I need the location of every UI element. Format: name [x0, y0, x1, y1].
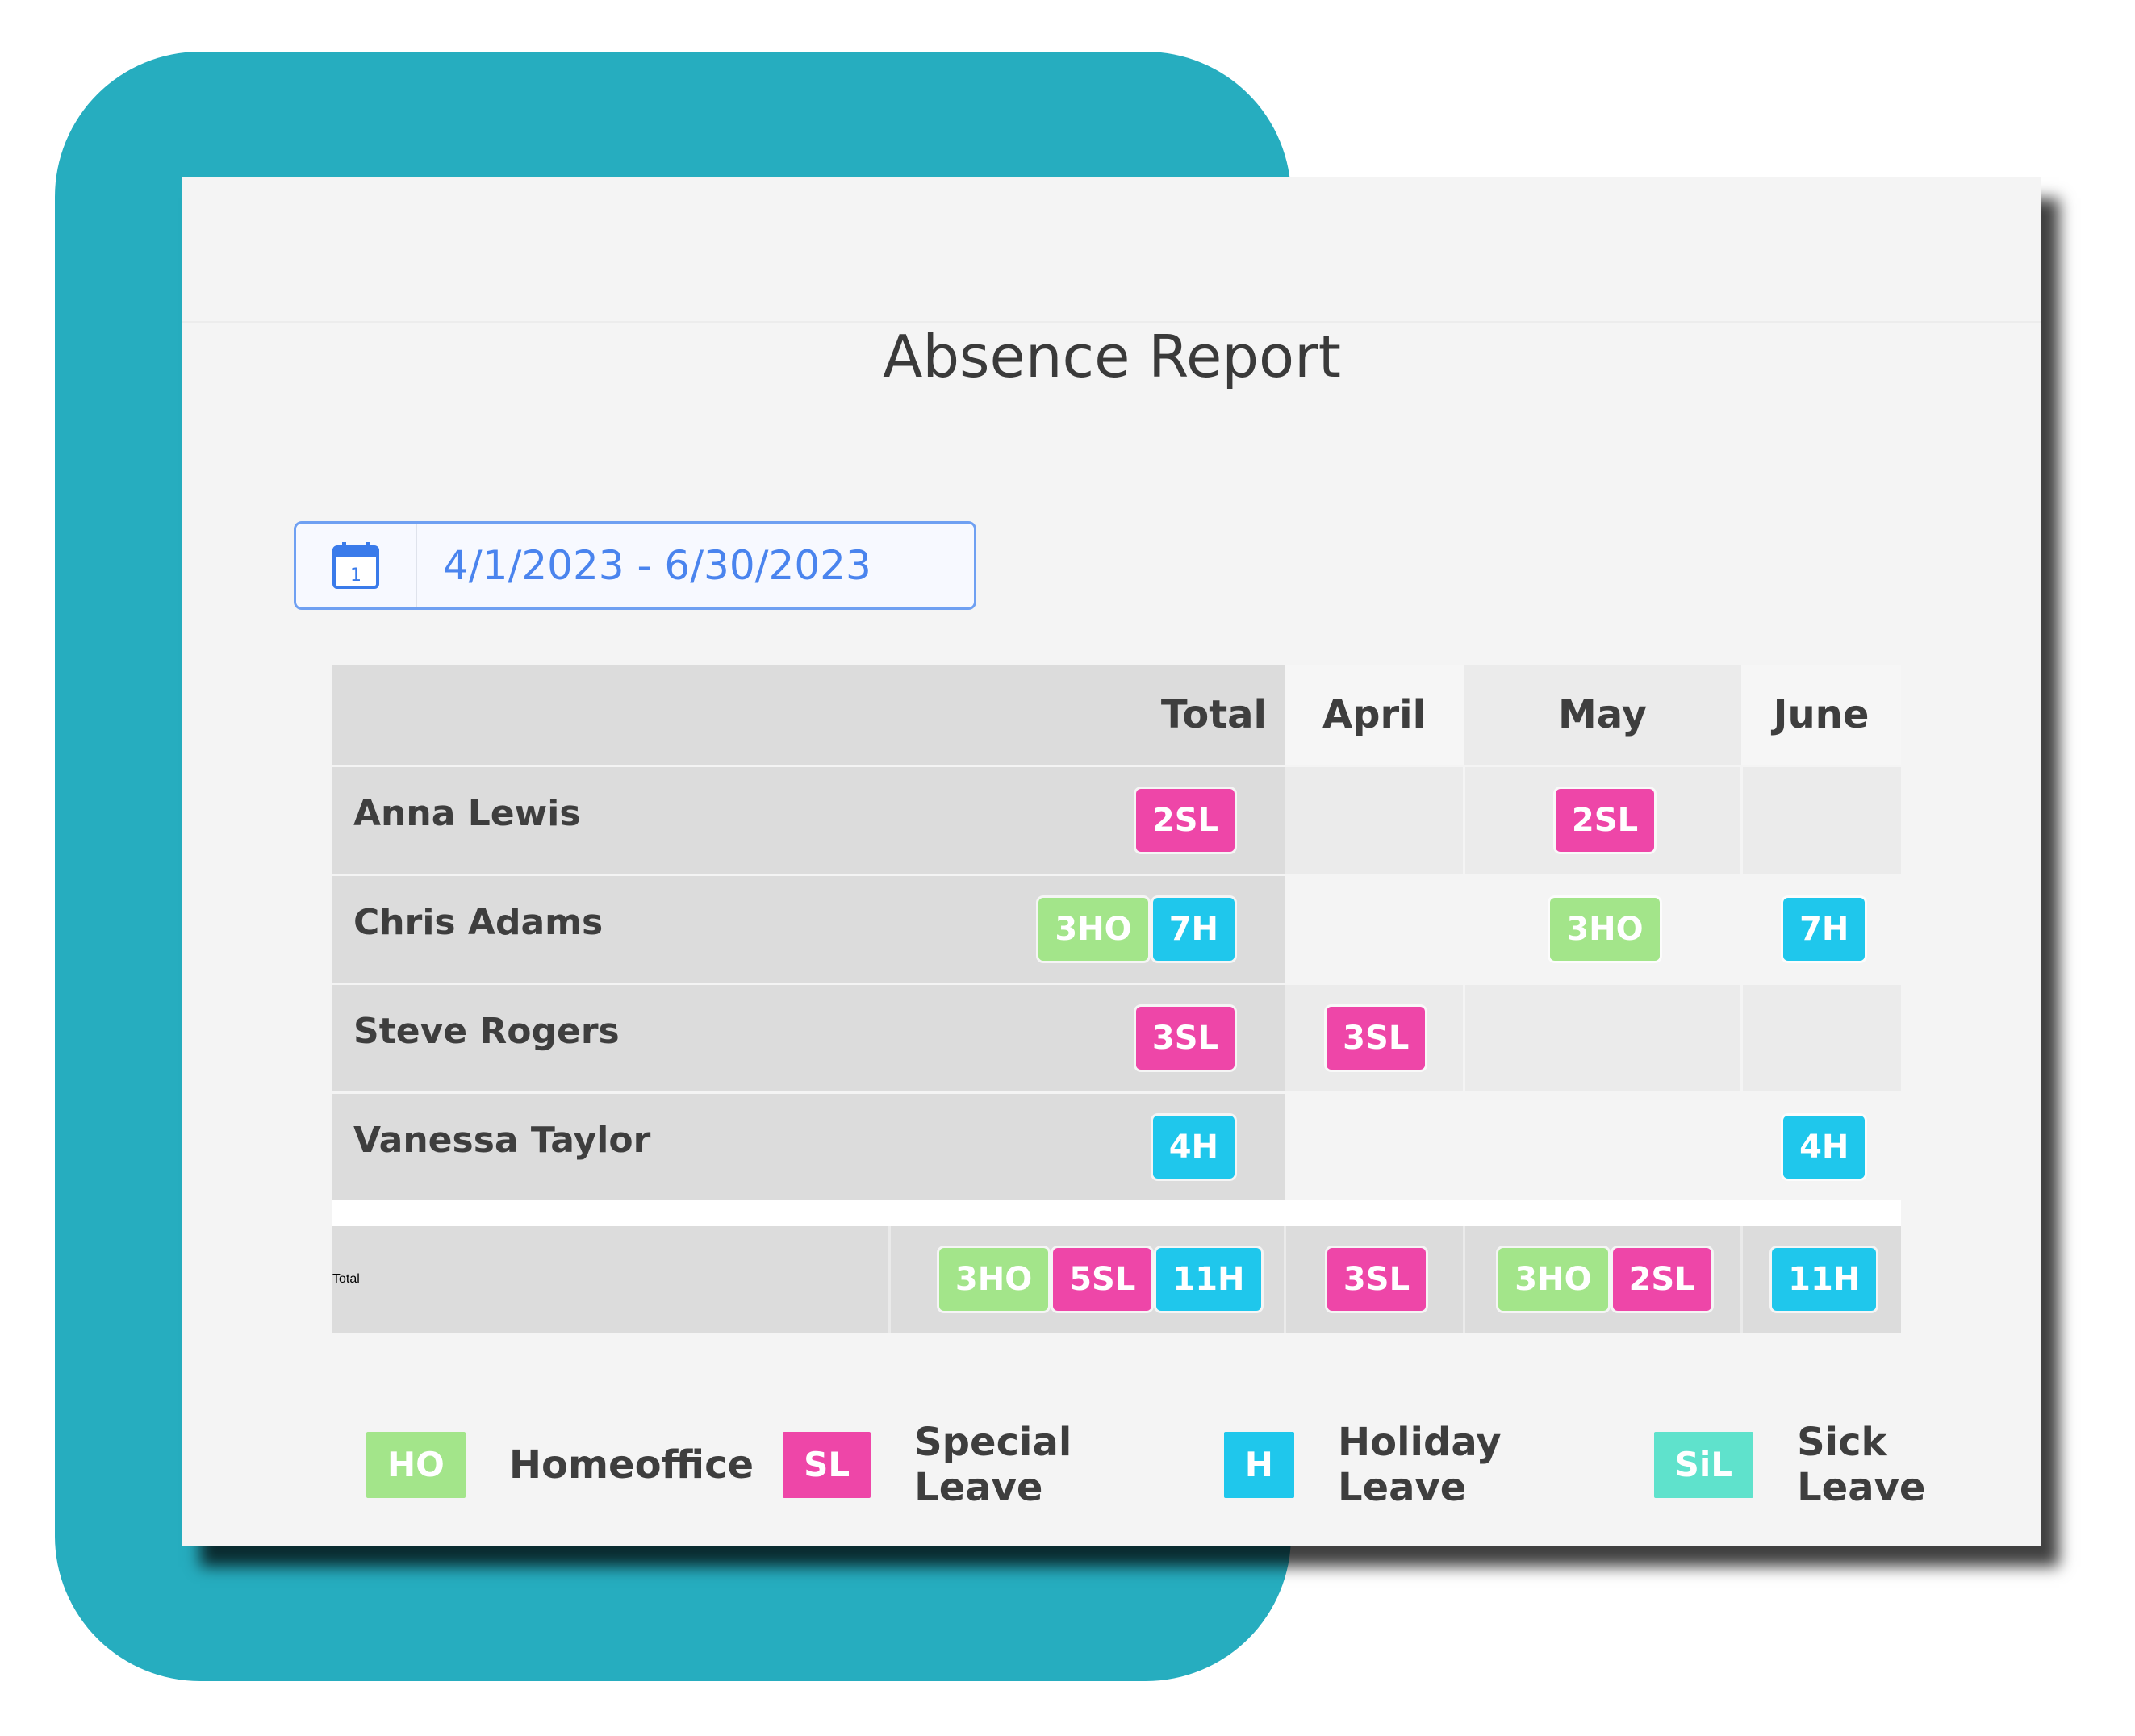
- legend-badge: H: [1223, 1432, 1294, 1498]
- legend-item-holiday-leave: H Holiday Leave: [1223, 1420, 1625, 1510]
- absence-badge-h: 7H: [1783, 898, 1866, 961]
- absence-badge-sl: 2SL: [1135, 789, 1235, 852]
- calendar-icon[interactable]: 1: [296, 524, 417, 607]
- april-cell: [1285, 1091, 1464, 1200]
- header-april: April: [1285, 665, 1464, 766]
- june-cell: [1740, 765, 1901, 875]
- absence-badge-h: 4H: [1783, 1116, 1866, 1179]
- may-total-cell: 3HO 2SL: [1462, 1226, 1741, 1333]
- date-range-picker[interactable]: 1 4/1/2023 - 6/30/2023: [294, 521, 976, 610]
- header-name: [332, 665, 889, 766]
- table-row: Steve Rogers 3SL 3SL: [332, 983, 1901, 1093]
- page-title: Absence Report: [883, 323, 1341, 390]
- june-cell: [1740, 983, 1901, 1093]
- table-row: Anna Lewis 2SL 2SL: [332, 765, 1901, 875]
- april-cell: 3SL: [1285, 983, 1464, 1093]
- april-cell: [1285, 874, 1464, 984]
- employee-name: Anna Lewis: [332, 765, 889, 875]
- absence-badge-ho: 3HO: [1498, 1248, 1608, 1311]
- legend-label: Special Leave: [914, 1420, 1072, 1510]
- absence-badge-ho: 3HO: [938, 1248, 1049, 1311]
- row-total-cell: 2SL: [889, 765, 1285, 875]
- grand-total-cell: 3HO 5SL 11H: [888, 1226, 1285, 1333]
- table-row: Chris Adams 3HO 7H 3HO 7H: [332, 874, 1901, 984]
- legend-badge: SL: [783, 1432, 871, 1498]
- table-spacer: [332, 1200, 1901, 1226]
- calendar-day-number: 1: [350, 565, 361, 586]
- totals-row: Total 3HO 5SL 11H 3SL 3HO 2SL 11H: [332, 1226, 1901, 1333]
- legend-item-special-leave: SL Special Leave: [783, 1420, 1195, 1510]
- absence-badge-sl: 5SL: [1053, 1248, 1152, 1311]
- legend-badge: SiL: [1653, 1432, 1754, 1498]
- absence-badge-sl: 2SL: [1612, 1248, 1711, 1311]
- april-total-cell: 3SL: [1283, 1226, 1464, 1333]
- report-panel: Absence Report 1 4/1/2023 - 6/30/2023 To…: [182, 177, 2041, 1546]
- employee-name: Steve Rogers: [332, 983, 889, 1093]
- legend-item-sick-leave: SiL Sick Leave: [1653, 1420, 2012, 1510]
- header-total: Total: [889, 665, 1285, 766]
- legend-badge: HO: [366, 1432, 466, 1498]
- absence-badge-h: 11H: [1772, 1248, 1877, 1311]
- absence-badge-h: 4H: [1152, 1116, 1235, 1179]
- june-cell: 7H: [1740, 874, 1901, 984]
- absence-badge-sl: 3SL: [1327, 1007, 1426, 1070]
- employee-name: Chris Adams: [332, 874, 889, 984]
- may-cell: 3HO: [1462, 874, 1741, 984]
- absence-badge-sl: 2SL: [1555, 789, 1655, 852]
- may-cell: [1462, 1091, 1741, 1200]
- april-cell: [1285, 765, 1464, 875]
- absence-badge-h: 11H: [1156, 1248, 1261, 1311]
- legend-label: Holiday Leave: [1337, 1420, 1502, 1510]
- header-june: June: [1741, 665, 1901, 766]
- may-cell: [1462, 983, 1741, 1093]
- table-header-row: Total April May June: [332, 665, 1901, 766]
- absence-badge-h: 7H: [1152, 898, 1235, 961]
- row-total-cell: 3SL: [889, 983, 1285, 1093]
- absence-badge-sl: 3SL: [1327, 1248, 1427, 1311]
- totals-label: Total: [332, 1226, 889, 1333]
- legend-item-homeoffice: HO Homeoffice: [366, 1432, 754, 1498]
- employee-name: Vanessa Taylor: [332, 1091, 889, 1200]
- absence-badge-ho: 3HO: [1038, 898, 1148, 961]
- header-may: May: [1464, 665, 1741, 766]
- absence-badge-sl: 3SL: [1135, 1007, 1235, 1070]
- table-row: Vanessa Taylor 4H 4H: [332, 1091, 1901, 1200]
- legend-label: Homeoffice: [508, 1442, 754, 1488]
- may-cell: 2SL: [1462, 765, 1741, 875]
- date-range-value[interactable]: 4/1/2023 - 6/30/2023: [417, 542, 871, 589]
- june-total-cell: 11H: [1740, 1226, 1901, 1333]
- june-cell: 4H: [1740, 1091, 1901, 1200]
- absence-table: Total April May June Anna Lewis 2SL 2SL …: [332, 665, 1901, 1333]
- row-total-cell: 3HO 7H: [889, 874, 1285, 984]
- legend-label: Sick Leave: [1797, 1420, 1926, 1510]
- absence-badge-ho: 3HO: [1550, 898, 1660, 961]
- legend: HO Homeoffice SL Special Leave H Holiday…: [366, 1420, 2041, 1510]
- row-total-cell: 4H: [889, 1091, 1285, 1200]
